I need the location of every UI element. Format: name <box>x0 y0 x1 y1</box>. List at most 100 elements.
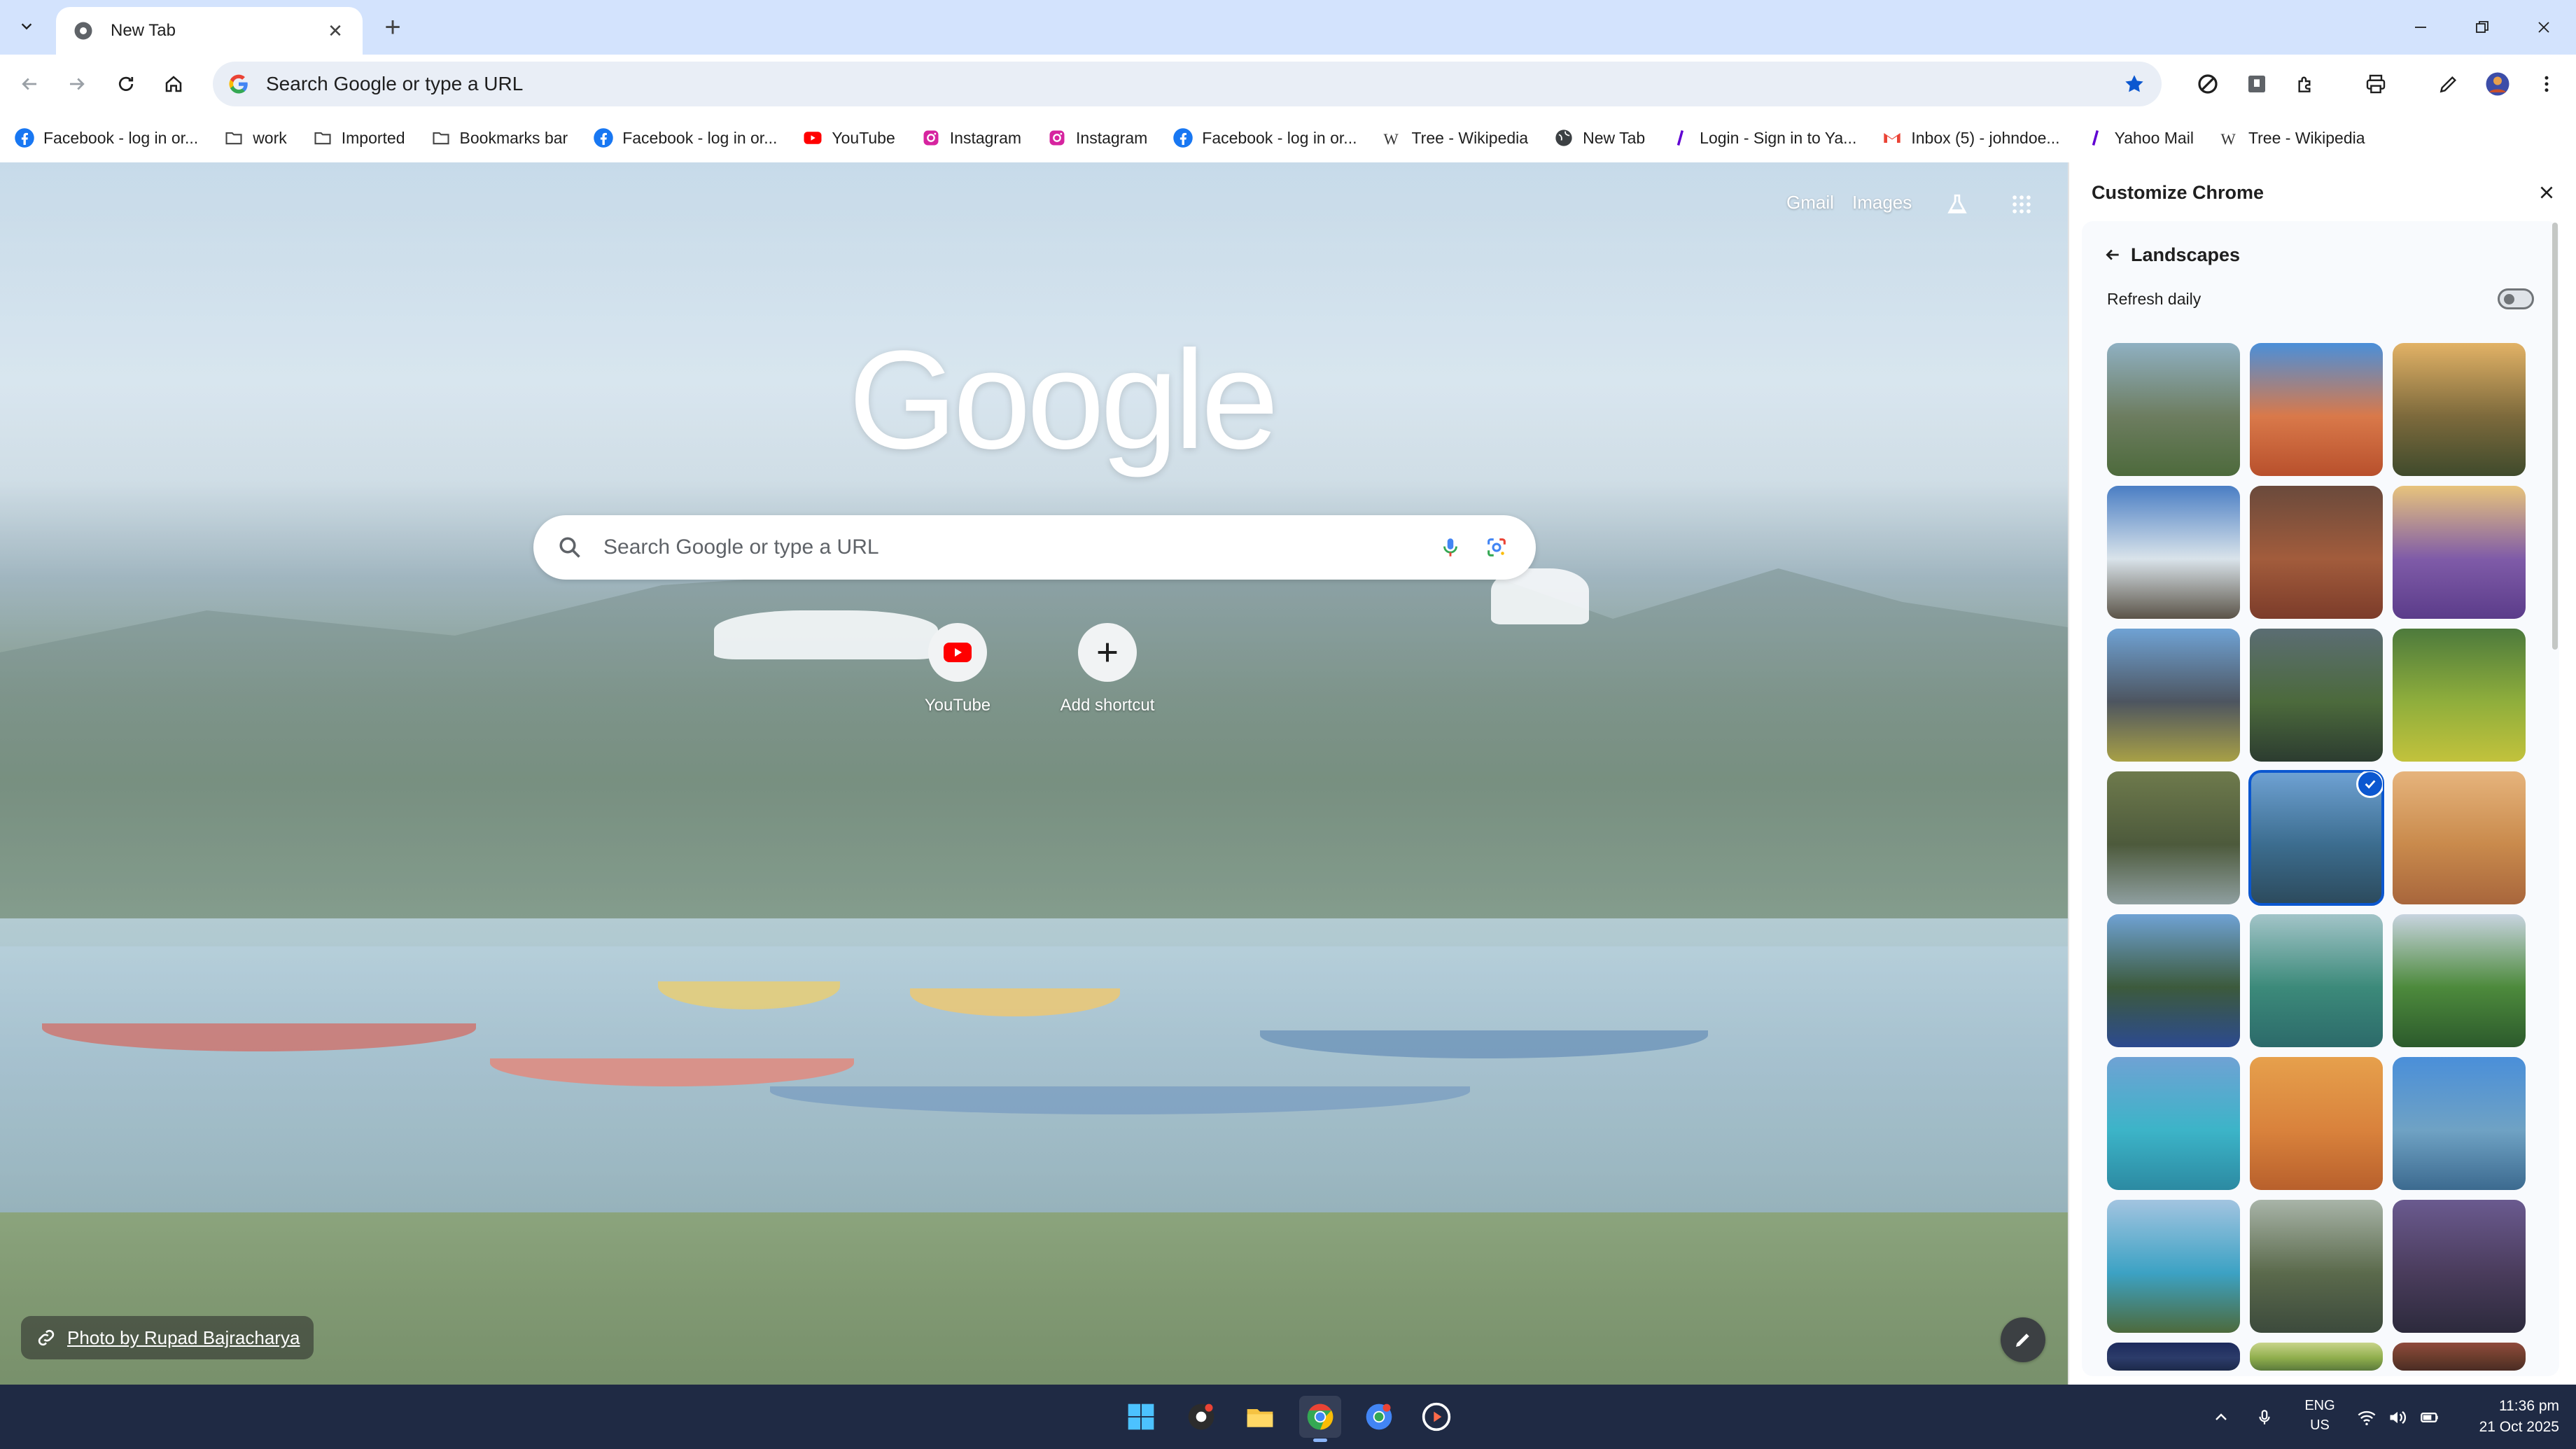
extensions-menu-button[interactable] <box>2289 67 2323 101</box>
bookmark-item[interactable]: Facebook - log in or... <box>14 127 198 148</box>
yahoo-icon <box>1670 127 1691 148</box>
theme-thumbnail-valley-river[interactable] <box>2250 629 2383 762</box>
theme-thumbnail-calm-lake[interactable] <box>2393 1057 2526 1190</box>
bookmark-item[interactable]: Yahoo Mail <box>2085 127 2194 148</box>
input-language-indicator[interactable]: ENG US <box>2299 1396 2341 1435</box>
tray-microphone[interactable] <box>2253 1406 2276 1429</box>
svg-text:W: W <box>1384 130 1399 148</box>
bookmark-item[interactable]: Inbox (5) - johndoe... <box>1882 127 2060 148</box>
tray-wifi[interactable] <box>2355 1406 2379 1429</box>
facebook-icon <box>1172 127 1194 148</box>
gmail-link[interactable]: Gmail <box>1786 192 1834 214</box>
back-button[interactable] <box>13 67 46 101</box>
side-panel-close-button[interactable] <box>2533 178 2561 206</box>
plus-icon <box>1098 643 1117 662</box>
bookmark-item[interactable]: Instagram <box>1046 127 1147 148</box>
reload-button[interactable] <box>109 67 143 101</box>
bookmark-item[interactable]: YouTube <box>802 127 895 148</box>
theme-thumbnail-waterfall-valley[interactable] <box>2393 914 2526 1047</box>
tab-close-icon[interactable]: ✕ <box>325 20 346 41</box>
images-link[interactable]: Images <box>1852 192 1912 214</box>
taskbar-clock[interactable]: 11:36 pm 21 Oct 2025 <box>2454 1396 2559 1438</box>
add-shortcut-button[interactable]: Add shortcut <box>1037 623 1177 715</box>
taskbar-app-media-player[interactable] <box>1415 1396 1457 1438</box>
customize-chrome-button[interactable] <box>2001 1317 2045 1362</box>
theme-thumbnail-lavender-field[interactable] <box>2393 486 2526 619</box>
theme-thumbnail-purple-shore[interactable] <box>2393 1200 2526 1333</box>
theme-thumbnail-snowy-peaks[interactable] <box>2107 486 2240 619</box>
theme-thumbnail-red-arch[interactable] <box>2250 343 2383 476</box>
theme-thumbnail-sand-dunes[interactable] <box>2393 771 2526 904</box>
home-button[interactable] <box>157 67 190 101</box>
print-button[interactable] <box>2359 67 2393 101</box>
forward-button[interactable] <box>60 67 94 101</box>
back-to-categories-button[interactable]: Landscapes <box>2100 242 2240 267</box>
instagram-icon <box>920 127 941 148</box>
shortcut-youtube[interactable]: YouTube <box>888 623 1028 715</box>
selected-check-icon <box>2356 771 2383 798</box>
refresh-daily-toggle[interactable] <box>2498 288 2534 309</box>
voice-search-button[interactable] <box>1435 532 1466 563</box>
gmail-icon <box>1882 127 1903 148</box>
theme-thumbnail-red-canyon[interactable] <box>2250 486 2383 619</box>
theme-thumbnail-sea-cliffs[interactable] <box>2107 914 2240 1047</box>
bookmark-item[interactable]: work <box>223 127 287 148</box>
bookmark-item[interactable]: Imported <box>312 127 405 148</box>
theme-thumbnail-orange-dunes[interactable] <box>2250 1057 2383 1190</box>
taskbar-app-chrome[interactable] <box>1299 1396 1341 1442</box>
theme-thumbnail-rocky-lake[interactable] <box>2107 343 2240 476</box>
profile-avatar-button[interactable] <box>2481 67 2514 101</box>
chrome-menu-button[interactable] <box>2530 67 2563 101</box>
taskbar-app-chrome-beta[interactable] <box>1358 1396 1400 1438</box>
restore-button[interactable] <box>2461 10 2503 45</box>
side-panel-scrollbar[interactable] <box>2552 223 2558 650</box>
customize-chrome-panel: Customize Chrome Landscapes Refresh dail… <box>2068 162 2576 1385</box>
tray-volume[interactable] <box>2386 1406 2409 1429</box>
bookmark-item[interactable]: Facebook - log in or... <box>593 127 777 148</box>
bookmark-item[interactable]: Facebook - log in or... <box>1172 127 1357 148</box>
bookmark-item[interactable]: Instagram <box>920 127 1021 148</box>
minimize-button[interactable] <box>2400 10 2442 45</box>
photo-attribution[interactable]: Photo by Rupad Bajracharya <box>21 1316 314 1359</box>
facebook-icon <box>14 127 35 148</box>
new-tab-button[interactable]: + <box>378 12 407 43</box>
bookmark-label: Instagram <box>1076 128 1148 147</box>
google-apps-button[interactable] <box>2008 190 2036 218</box>
edit-button[interactable] <box>2432 67 2465 101</box>
bookmark-item[interactable]: Bookmarks bar <box>430 127 568 148</box>
bookmark-item[interactable]: New Tab <box>1553 127 1645 148</box>
chrome-beta-icon <box>1366 1404 1392 1430</box>
extension-blocker-button[interactable] <box>2191 67 2225 101</box>
theme-thumbnail-night-sky[interactable] <box>2107 1343 2240 1371</box>
flask-icon <box>1947 194 1967 214</box>
bookmark-item[interactable]: W Tree - Wikipedia <box>2219 127 2365 148</box>
taskbar-app-chrome-dev[interactable] <box>1180 1396 1222 1438</box>
theme-thumbnail-machu-picchu[interactable] <box>2250 1200 2383 1333</box>
extension-button[interactable] <box>2240 67 2274 101</box>
tray-overflow-button[interactable] <box>2209 1406 2233 1429</box>
address-bar[interactable]: Search Google or type a URL <box>213 62 2162 106</box>
theme-thumbnail-canyon-sunset[interactable] <box>2393 343 2526 476</box>
theme-thumbnail-alpine-lake[interactable] <box>2107 1200 2240 1333</box>
theme-thumbnail-coastal-rocks[interactable] <box>2107 771 2240 904</box>
bookmark-item[interactable]: Login - Sign in to Ya... <box>1670 127 1856 148</box>
ntp-search-box[interactable]: Search Google or type a URL <box>533 515 1536 580</box>
home-icon <box>165 76 182 92</box>
theme-thumbnail-red-rock[interactable] <box>2393 1343 2526 1371</box>
close-window-button[interactable] <box>2523 10 2565 45</box>
bookmark-item[interactable]: W Tree - Wikipedia <box>1382 127 1528 148</box>
theme-thumbnail-green-lake[interactable] <box>2250 914 2383 1047</box>
theme-thumbnail-rice-terraces[interactable] <box>2393 629 2526 762</box>
theme-thumbnail-turquoise-bay[interactable] <box>2107 1057 2240 1190</box>
tray-battery[interactable] <box>2418 1406 2442 1429</box>
taskbar-app-file-explorer[interactable] <box>1239 1396 1281 1438</box>
labs-button[interactable] <box>1943 190 1971 218</box>
theme-thumbnail-volcano-clouds[interactable] <box>2107 629 2240 762</box>
lens-search-button[interactable] <box>1481 532 1512 563</box>
bookmark-star-button[interactable] <box>2117 66 2152 102</box>
tab-search-button[interactable] <box>13 13 41 41</box>
theme-thumbnail-mountain-lake[interactable] <box>2248 770 2384 906</box>
theme-thumbnail-green-hills[interactable] <box>2250 1343 2383 1371</box>
start-button[interactable] <box>1120 1396 1162 1438</box>
tab-new-tab[interactable]: New Tab ✕ <box>56 7 363 55</box>
